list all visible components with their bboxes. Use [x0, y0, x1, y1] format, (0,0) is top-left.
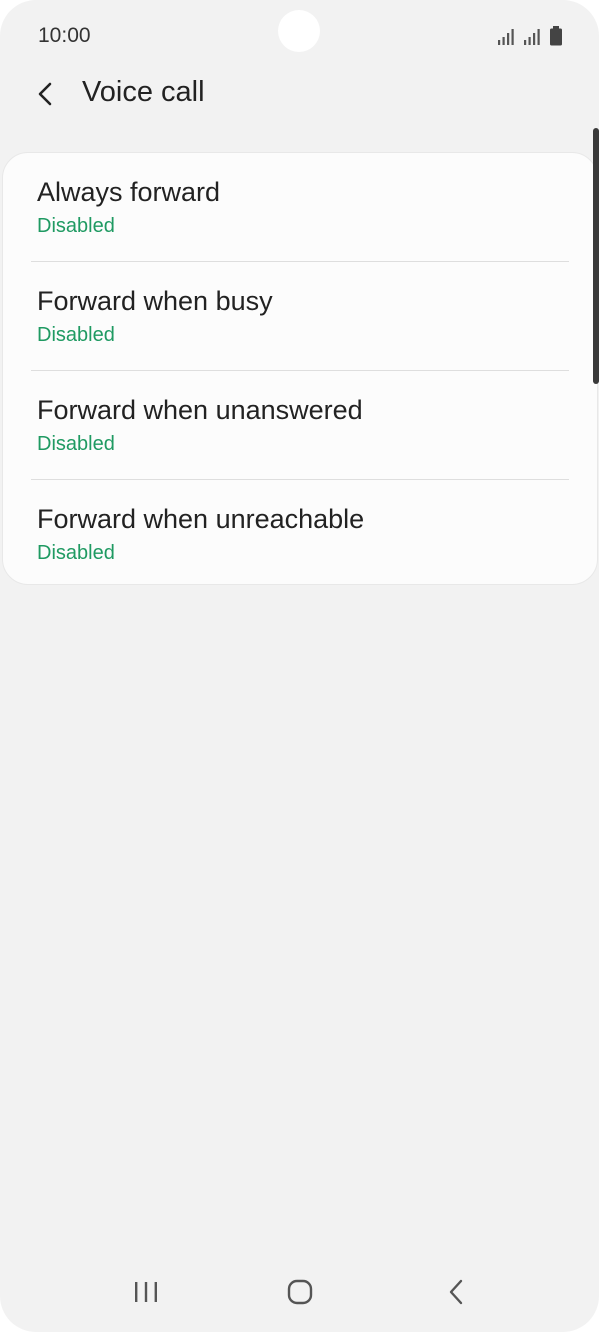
- item-title: Always forward: [37, 177, 221, 207]
- home-icon[interactable]: [280, 1274, 320, 1310]
- nav-back-icon[interactable]: [436, 1274, 476, 1310]
- item-title: Forward when busy: [37, 286, 273, 316]
- forwarding-options-card: Always forward Disabled Forward when bus…: [2, 152, 598, 585]
- item-status: Disabled: [37, 215, 115, 237]
- item-title: Forward when unanswered: [37, 395, 363, 425]
- list-item-forward-when-unanswered[interactable]: Forward when unanswered Disabled: [3, 371, 597, 480]
- status-bar: 10:00: [0, 0, 599, 70]
- item-status: Disabled: [37, 433, 115, 455]
- item-status: Disabled: [37, 324, 115, 346]
- page-title: Voice call: [82, 76, 205, 108]
- phone-screen: 10:00 Voice call Always forward Disabled…: [0, 0, 599, 1332]
- signal-icon: [497, 28, 517, 46]
- battery-icon: [549, 26, 563, 46]
- item-title: Forward when unreachable: [37, 504, 365, 534]
- item-status: Disabled: [37, 542, 115, 564]
- back-chevron-icon[interactable]: [30, 78, 60, 110]
- status-icons: [497, 26, 563, 46]
- list-item-always-forward[interactable]: Always forward Disabled: [3, 153, 597, 262]
- navigation-bar: [0, 1262, 599, 1332]
- recent-apps-icon[interactable]: [126, 1274, 166, 1310]
- list-item-forward-when-busy[interactable]: Forward when busy Disabled: [3, 262, 597, 371]
- status-time: 10:00: [38, 24, 91, 47]
- front-camera-cutout: [278, 10, 320, 52]
- signal-icon-2: [523, 28, 543, 46]
- scrollbar[interactable]: [593, 128, 599, 384]
- app-header: Voice call: [0, 70, 599, 120]
- list-item-forward-when-unreachable[interactable]: Forward when unreachable Disabled: [3, 480, 597, 589]
